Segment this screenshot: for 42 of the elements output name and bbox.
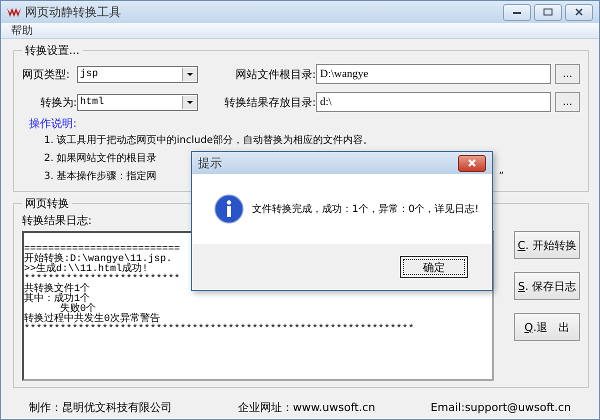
log-line: >>生成d:\\11.html成功! — [24, 265, 148, 275]
page-type-dropdown[interactable]: jsp — [77, 66, 198, 82]
instruction-text: ” — [498, 170, 504, 182]
instruction-text: 1. 该工具用于把动态网页中的include部分，自动替换为相应的文件内容。 — [44, 134, 373, 147]
action-button[interactable]: S. 保存日志 — [514, 272, 580, 300]
instruction-text: 3. 基本操作步骤：指定网 — [44, 170, 157, 183]
dialog-title: 提示 — [198, 154, 222, 172]
root-dir-field[interactable]: D:\wangye — [316, 64, 551, 84]
field-label: 网页类型: — [22, 66, 71, 82]
output-dir-field[interactable]: d:\ — [316, 92, 551, 112]
browse-button[interactable]: ... — [555, 64, 580, 84]
close-icon — [467, 159, 477, 167]
maximize-icon — [543, 8, 553, 16]
footer-text: Email:support@uwsoft.cn — [430, 400, 571, 414]
ok-button[interactable]: 确定 — [400, 256, 468, 278]
close-button[interactable] — [565, 4, 593, 20]
log-label: 转换结果日志: — [22, 214, 92, 227]
minimize-button[interactable] — [503, 4, 531, 20]
group-title: 转换设置... — [24, 43, 80, 58]
action-button[interactable]: Q.退 出 — [514, 313, 580, 341]
window-title: 网页动静转换工具 — [25, 4, 121, 20]
field-label: 网站文件根目录: — [234, 66, 316, 82]
footer-text: 企业网址：www.uwsoft.cn — [238, 400, 376, 414]
log-line: ***************************************************************** — [24, 325, 414, 335]
browse-button[interactable]: ... — [555, 92, 580, 112]
action-button[interactable]: C. 开始转换 — [514, 231, 580, 259]
maximize-button[interactable] — [534, 4, 562, 20]
field-label: 转换为: — [39, 94, 77, 110]
menu-item[interactable]: 帮助 — [11, 23, 33, 38]
dialog-message: 文件转换完成，成功：1个，异常：0个，详见日志! — [252, 202, 479, 216]
close-button[interactable] — [458, 154, 486, 172]
log-line: 转换过程中共发生0次异常警告 — [24, 315, 160, 325]
instructions-title: 操作说明: — [29, 116, 78, 131]
minimize-icon — [512, 9, 522, 15]
group-title: 网页转换 — [24, 196, 70, 211]
instruction-text: 2. 如果网站文件的根目录 — [44, 152, 157, 165]
app-logo-icon — [7, 6, 21, 18]
info-icon — [214, 194, 244, 224]
footer-text: 制作：昆明优文科技有限公司 — [29, 400, 173, 414]
close-icon — [574, 8, 584, 16]
convert-to-dropdown[interactable]: html — [77, 94, 198, 110]
field-label: 转换结果存放目录: — [223, 94, 316, 110]
